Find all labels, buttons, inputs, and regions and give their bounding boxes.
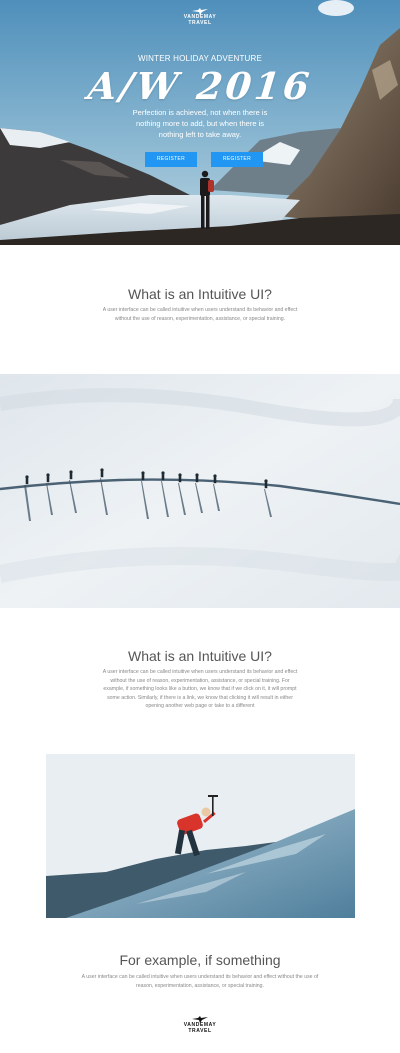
register-button-2[interactable]: REGISTER <box>211 152 263 167</box>
hero-title: A/W 2016 <box>85 64 315 108</box>
hero-quote: Perfection is achieved, not when there i… <box>132 108 268 139</box>
section2-title: What is an Intuitive UI? <box>128 648 272 664</box>
header-logo[interactable]: VANDEMAY TRAVEL <box>0 8 400 26</box>
section1-title: What is an Intuitive UI? <box>128 286 272 302</box>
footer-logo-text-line2: TRAVEL <box>188 1027 212 1034</box>
hero-section: VANDEMAY TRAVEL WINTER HOLIDAY ADVENTURE… <box>0 0 400 245</box>
snowfield-image <box>0 374 400 608</box>
section1-text: A user interface can be called intuitive… <box>102 307 298 322</box>
hikers-on-snow-illustration <box>0 374 400 608</box>
logo-text-line2: TRAVEL <box>188 19 212 26</box>
ice-climber-image <box>46 754 355 918</box>
section3-text: A user interface can be called intuitive… <box>81 974 319 989</box>
footer-logo[interactable]: VANDEMAY TRAVEL <box>0 1016 400 1034</box>
register-button-1[interactable]: REGISTER <box>145 152 197 167</box>
ice-climber-illustration <box>46 754 355 918</box>
hero-eyebrow: WINTER HOLIDAY ADVENTURE <box>137 54 263 63</box>
section2-text: A user interface can be called intuitive… <box>102 669 298 710</box>
section3-title: For example, if something <box>119 952 281 968</box>
